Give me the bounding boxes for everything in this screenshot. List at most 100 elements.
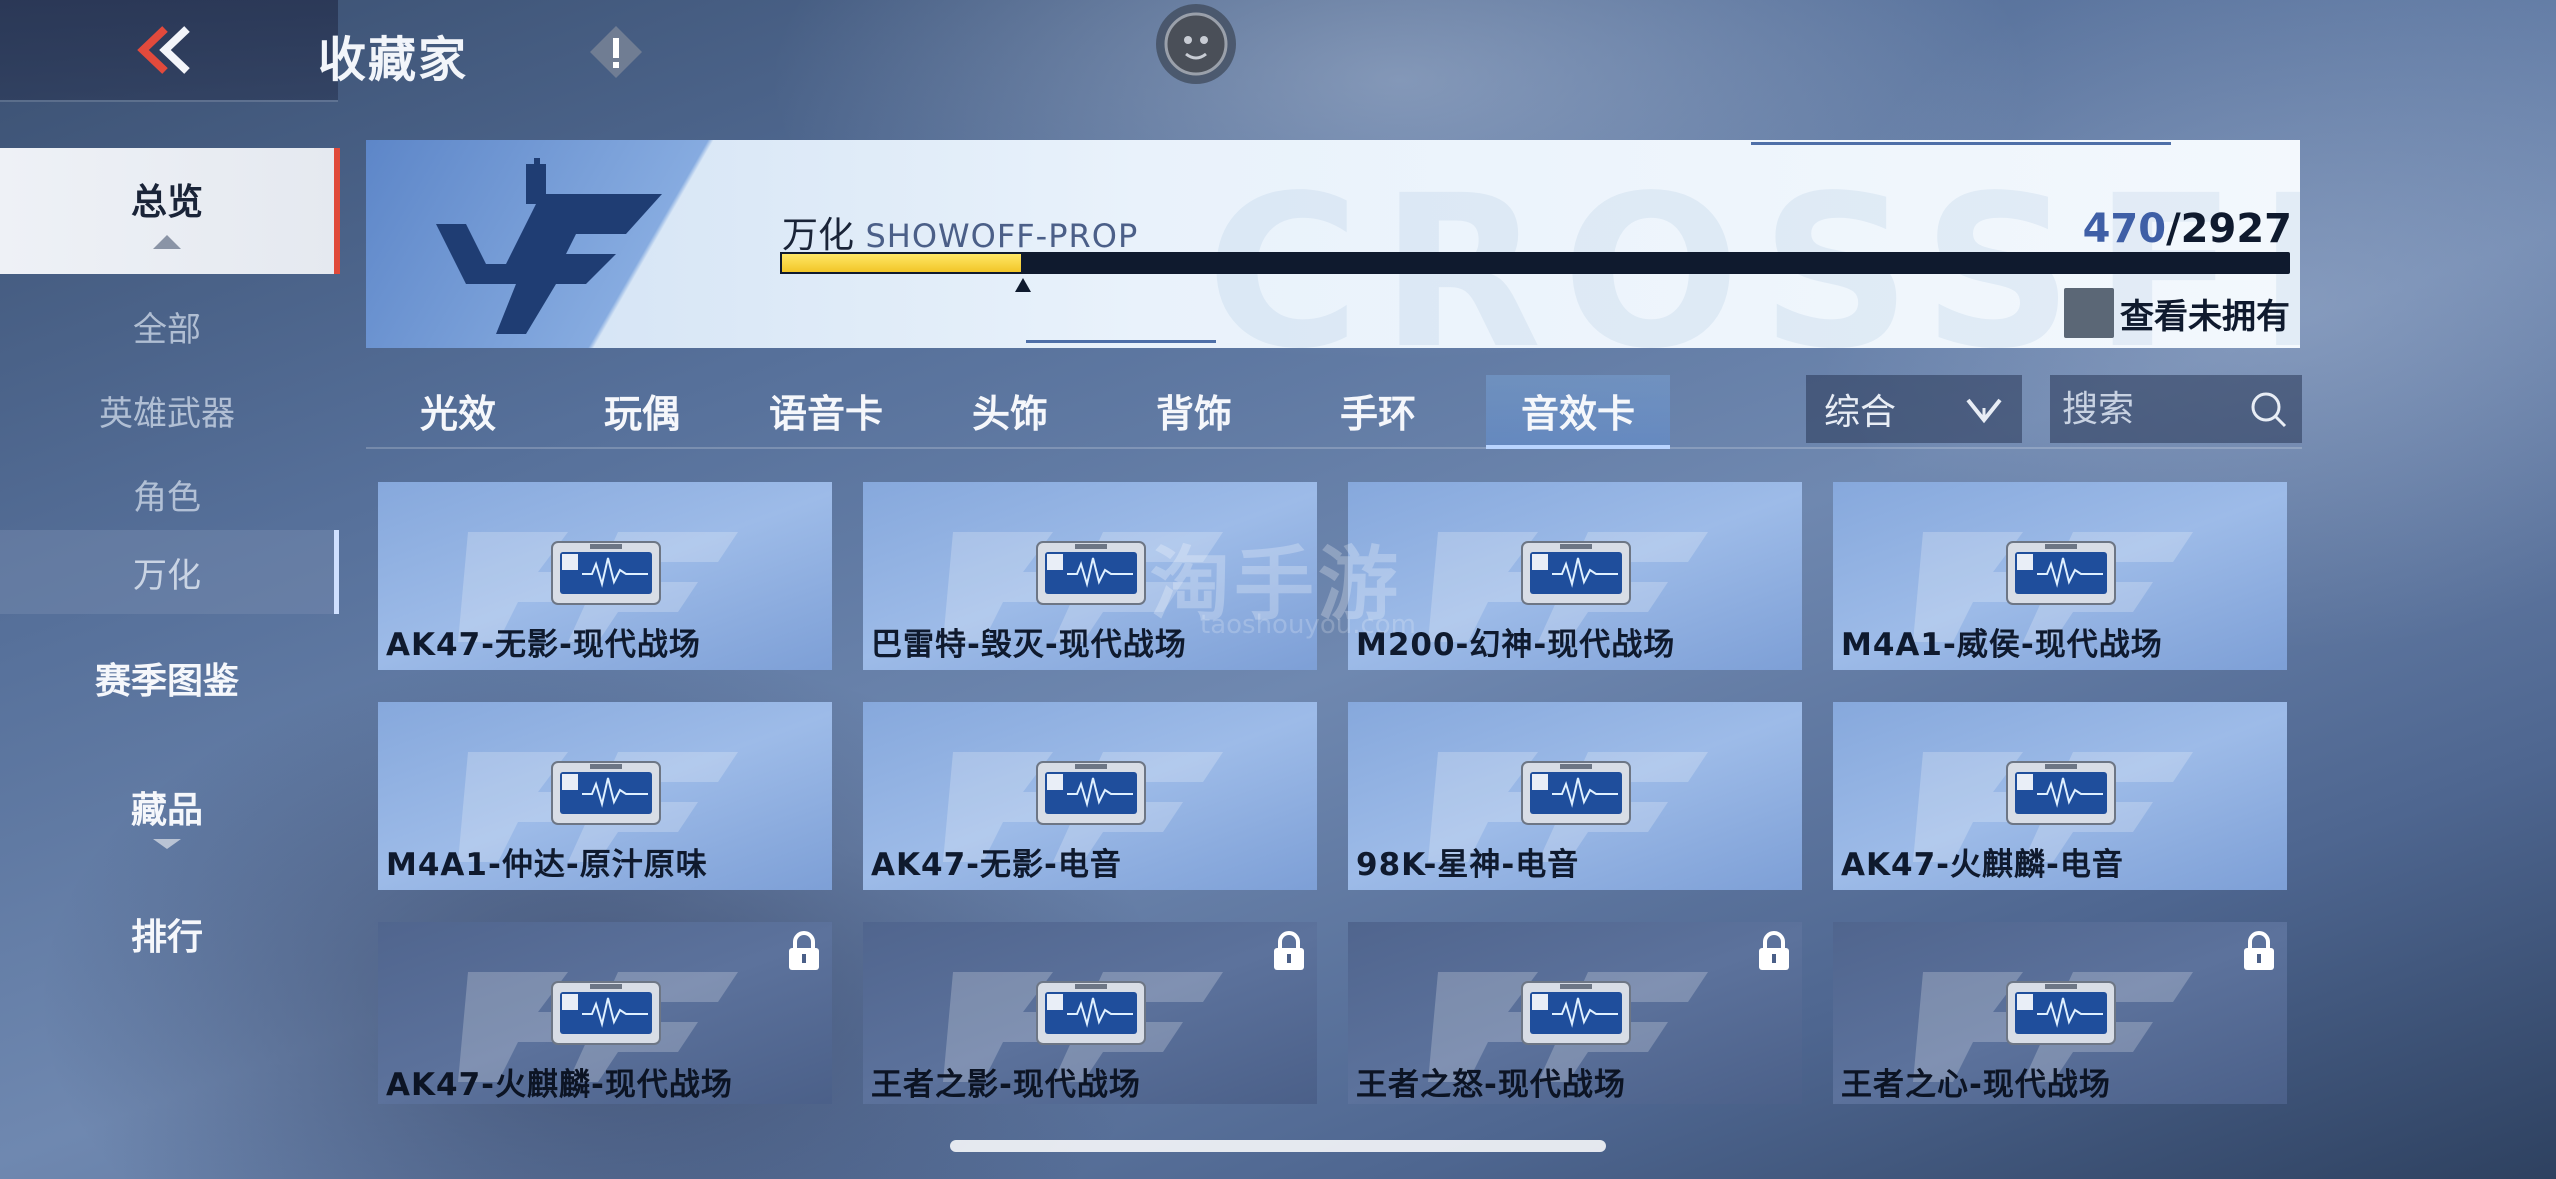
lock-icon bbox=[1759, 931, 1789, 970]
top-bar: 收藏家 bbox=[0, 0, 2556, 105]
sidebar-item-ranking[interactable]: 排行 bbox=[0, 892, 334, 976]
search-input[interactable] bbox=[2060, 387, 2244, 431]
search-icon[interactable] bbox=[2248, 389, 2288, 429]
item-card-label: 巴雷特-毁灭-现代战场 bbox=[871, 627, 1187, 663]
item-card-label: M200-幻神-现代战场 bbox=[1356, 627, 1676, 663]
sound-card-icon bbox=[1036, 761, 1146, 825]
sound-card-icon bbox=[2006, 541, 2116, 605]
show-unowned-checkbox[interactable] bbox=[2064, 288, 2114, 338]
sidebar-item-label: 英雄武器 bbox=[99, 393, 235, 434]
item-card[interactable]: 98K-星神-电音 bbox=[1348, 702, 1802, 890]
tab-label: 语音卡 bbox=[768, 391, 883, 436]
search-box[interactable] bbox=[2050, 375, 2302, 443]
sidebar-item-label: 全部 bbox=[133, 309, 201, 350]
lock-icon bbox=[789, 931, 819, 970]
lion-emblem-icon bbox=[1152, 0, 1240, 88]
sidebar-item-overview[interactable]: 总览 bbox=[0, 148, 340, 274]
item-card-label: 王者之心-现代战场 bbox=[1841, 1067, 2111, 1103]
item-card[interactable]: AK47-火麒麟-电音 bbox=[1833, 702, 2287, 890]
sidebar-item-hero-weapons[interactable]: 英雄武器 bbox=[0, 370, 334, 450]
sidebar-item-label: 赛季图鉴 bbox=[94, 661, 239, 702]
item-card-label: AK47-无影-现代战场 bbox=[386, 627, 701, 663]
sound-card-icon bbox=[1036, 541, 1146, 605]
chevron-down-icon bbox=[1966, 398, 2002, 424]
caret-up-icon bbox=[153, 235, 181, 249]
caret-down-icon bbox=[153, 839, 181, 849]
item-card-label: AK47-火麒麟-电音 bbox=[1841, 847, 2124, 883]
sidebar-item-all[interactable]: 全部 bbox=[0, 286, 334, 366]
sidebar: 总览 全部 英雄武器 角色 万化 赛季图鉴 藏品 排行 bbox=[0, 100, 340, 1179]
item-grid: AK47-无影-现代战场 巴雷特-毁灭-现代战场 M200-幻神-现代战场 M4… bbox=[378, 482, 2290, 1104]
double-chevron-left-icon bbox=[137, 26, 190, 74]
total-count: /2927 bbox=[2166, 206, 2292, 252]
collection-progress-count: 470/2927 bbox=[2083, 206, 2292, 252]
item-card[interactable]: AK47-火麒麟-现代战场 bbox=[378, 922, 832, 1104]
collection-progress-fill bbox=[780, 252, 1023, 274]
banner-accent-line bbox=[1751, 142, 2171, 145]
tab-light-effect[interactable]: 光效 bbox=[366, 375, 550, 445]
progress-marker-icon bbox=[1014, 278, 1031, 292]
sound-card-icon bbox=[1521, 981, 1631, 1045]
item-card[interactable]: 王者之影-现代战场 bbox=[863, 922, 1317, 1104]
item-card-label: 98K-星神-电音 bbox=[1356, 847, 1580, 883]
sound-card-icon bbox=[2006, 981, 2116, 1045]
home-indicator[interactable] bbox=[950, 1140, 1606, 1152]
owned-count: 470 bbox=[2082, 206, 2167, 252]
sound-card-icon bbox=[551, 541, 661, 605]
show-unowned-label: 查看未拥有 bbox=[2120, 296, 2290, 337]
tab-bracelet[interactable]: 手环 bbox=[1286, 375, 1470, 445]
sidebar-item-label: 总览 bbox=[130, 182, 203, 223]
tab-headwear[interactable]: 头饰 bbox=[918, 375, 1102, 445]
item-card[interactable]: M4A1-威侯-现代战场 bbox=[1833, 482, 2287, 670]
show-unowned-toggle[interactable]: 查看未拥有 bbox=[2064, 288, 2290, 338]
tab-voice-card[interactable]: 语音卡 bbox=[734, 375, 918, 445]
item-card[interactable]: AK47-无影-电音 bbox=[863, 702, 1317, 890]
item-card-label: 王者之影-现代战场 bbox=[871, 1067, 1141, 1103]
tab-label: 背饰 bbox=[1155, 391, 1232, 436]
tab-back-accessory[interactable]: 背饰 bbox=[1102, 375, 1286, 445]
item-card[interactable]: M200-幻神-现代战场 bbox=[1348, 482, 1802, 670]
sidebar-item-season-atlas[interactable]: 赛季图鉴 bbox=[0, 636, 334, 720]
exclamation-diamond-icon bbox=[590, 26, 642, 78]
item-card[interactable]: 巴雷特-毁灭-现代战场 bbox=[863, 482, 1317, 670]
sound-card-icon bbox=[551, 761, 661, 825]
tab-label: 玩偶 bbox=[603, 391, 680, 436]
sort-dropdown[interactable]: 综合 bbox=[1806, 375, 2022, 443]
banner-accent-line bbox=[1026, 340, 1216, 343]
tab-doll[interactable]: 玩偶 bbox=[550, 375, 734, 445]
sound-card-icon bbox=[551, 981, 661, 1045]
item-card-label: M4A1-威侯-现代战场 bbox=[1841, 627, 2163, 663]
cf-logo-icon bbox=[436, 158, 662, 334]
tab-label: 手环 bbox=[1339, 391, 1416, 436]
item-card-label: AK47-无影-电音 bbox=[871, 847, 1122, 883]
sidebar-divider bbox=[0, 100, 338, 102]
tab-label: 头饰 bbox=[971, 391, 1048, 436]
sort-value: 综合 bbox=[1824, 392, 1897, 433]
lock-icon bbox=[1274, 931, 1304, 970]
tab-sound-card[interactable]: 音效卡 bbox=[1486, 375, 1670, 449]
collection-name-en: SHOWOFF-PROP bbox=[865, 217, 1139, 255]
collection-progress-bar bbox=[780, 252, 2290, 274]
sidebar-item-wanhua[interactable]: 万化 bbox=[0, 530, 339, 614]
sound-card-icon bbox=[1036, 981, 1146, 1045]
item-card[interactable]: AK47-无影-现代战场 bbox=[378, 482, 832, 670]
info-button[interactable] bbox=[588, 24, 644, 80]
item-card[interactable]: 王者之心-现代战场 bbox=[1833, 922, 2287, 1104]
back-button[interactable] bbox=[130, 22, 200, 78]
sidebar-item-characters[interactable]: 角色 bbox=[0, 454, 334, 534]
collection-banner: CROSSFIRE 万化 SHOWOFF-PROP 470/2927 查看未拥有 bbox=[366, 140, 2300, 348]
item-card-label: AK47-火麒麟-现代战场 bbox=[386, 1067, 733, 1103]
item-card-label: M4A1-仲达-原汁原味 bbox=[386, 847, 708, 883]
collection-name: 万化 SHOWOFF-PROP bbox=[782, 206, 1138, 258]
sidebar-item-collectibles[interactable]: 藏品 bbox=[0, 760, 334, 870]
sidebar-item-label: 角色 bbox=[133, 477, 201, 518]
sidebar-item-label: 排行 bbox=[130, 917, 203, 958]
tab-label: 光效 bbox=[419, 391, 496, 436]
item-card[interactable]: M4A1-仲达-原汁原味 bbox=[378, 702, 832, 890]
item-card[interactable]: 王者之怒-现代战场 bbox=[1348, 922, 1802, 1104]
sound-card-icon bbox=[1521, 541, 1631, 605]
tab-label: 音效卡 bbox=[1520, 391, 1635, 436]
item-card-label: 王者之怒-现代战场 bbox=[1356, 1067, 1626, 1103]
sound-card-icon bbox=[1521, 761, 1631, 825]
page-title: 收藏家 bbox=[318, 32, 469, 88]
